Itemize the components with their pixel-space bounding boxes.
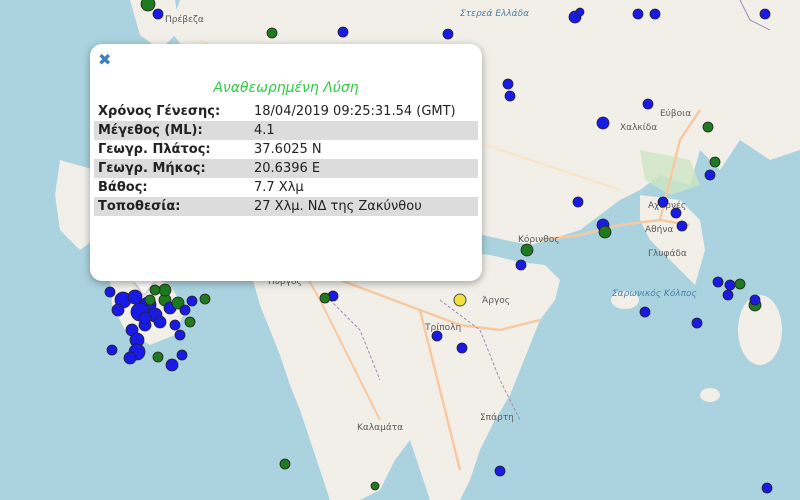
earthquake-marker[interactable]	[442, 28, 454, 40]
info-row-latitude: Γεωγρ. Πλάτος: 37.6025 N	[94, 140, 478, 159]
info-row-origin-time: Χρόνος Γένεσης: 18/04/2019 09:25:31.54 (…	[94, 102, 478, 121]
earthquake-marker[interactable]	[153, 315, 167, 329]
popup-title: Αναθεωρημένη Λύση	[213, 80, 359, 96]
earthquake-marker[interactable]	[704, 169, 716, 181]
earthquake-marker[interactable]	[169, 319, 181, 331]
earthquake-marker[interactable]	[319, 292, 331, 304]
place-label: Καλαμάτα	[357, 423, 403, 433]
earthquake-marker[interactable]	[649, 8, 661, 20]
earthquake-marker[interactable]	[140, 0, 156, 12]
earthquake-marker[interactable]	[657, 196, 669, 208]
earthquake-marker[interactable]	[431, 330, 443, 342]
earthquake-marker[interactable]	[702, 121, 714, 133]
earthquake-marker[interactable]	[174, 329, 186, 341]
earthquake-marker[interactable]	[520, 243, 534, 257]
place-label: Χαλκίδα	[620, 123, 657, 133]
info-label: Μέγεθος (ML):	[98, 123, 203, 138]
info-row-magnitude: Μέγεθος (ML): 4.1	[94, 121, 478, 140]
earthquake-marker[interactable]	[502, 78, 514, 90]
popup-tip	[133, 280, 155, 294]
earthquake-marker[interactable]	[176, 349, 188, 361]
info-value: 18/04/2019 09:25:31.54 (GMT)	[254, 104, 456, 119]
earthquake-marker[interactable]	[179, 304, 191, 316]
earthquake-marker[interactable]	[199, 293, 211, 305]
earthquake-info-table: Χρόνος Γένεσης: 18/04/2019 09:25:31.54 (…	[94, 102, 478, 216]
earthquake-popup: ✖ Αναθεωρημένη Λύση Χρόνος Γένεσης: 18/0…	[90, 44, 482, 281]
earthquake-marker[interactable]	[104, 286, 116, 298]
earthquake-marker[interactable]	[494, 465, 506, 477]
earthquake-marker[interactable]	[186, 295, 198, 307]
info-label: Χρόνος Γένεσης:	[98, 104, 221, 119]
earthquake-marker[interactable]	[106, 344, 118, 356]
earthquake-marker[interactable]	[504, 90, 516, 102]
earthquake-marker[interactable]	[144, 294, 156, 306]
info-label: Γεωγρ. Μήκος:	[98, 161, 206, 176]
info-label: Γεωγρ. Πλάτος:	[98, 142, 211, 157]
place-label: Στερεά Ελλάδα	[460, 9, 529, 19]
earthquake-marker[interactable]	[639, 306, 651, 318]
earthquake-marker[interactable]	[670, 207, 682, 219]
land-island-3	[700, 388, 720, 402]
earthquake-marker[interactable]	[761, 482, 773, 494]
place-label: Σπάρτη	[480, 413, 514, 423]
earthquake-marker[interactable]	[759, 8, 771, 20]
place-label: Αθήνα	[645, 225, 673, 235]
info-row-location: Τοποθεσία: 27 Χλμ. ΝΔ της Ζακύνθου	[94, 197, 478, 216]
earthquake-marker[interactable]	[266, 27, 278, 39]
info-value: 27 Χλμ. ΝΔ της Ζακύνθου	[254, 199, 422, 214]
info-label: Τοποθεσία:	[98, 199, 181, 214]
earthquake-marker[interactable]	[691, 317, 703, 329]
info-value: 4.1	[254, 123, 275, 138]
place-label: Εύβοια	[660, 108, 691, 119]
place-label: Άργος	[482, 296, 510, 306]
info-value: 37.6025 N	[254, 142, 322, 157]
place-label: Γλυφάδα	[648, 249, 687, 259]
earthquake-marker[interactable]	[152, 351, 164, 363]
earthquake-marker[interactable]	[337, 26, 349, 38]
info-value: 7.7 Χλμ	[254, 180, 304, 195]
earthquake-marker[interactable]	[279, 458, 291, 470]
earthquake-marker[interactable]	[598, 225, 612, 239]
place-label: Κόρινθος	[518, 234, 560, 245]
earthquake-marker[interactable]	[152, 8, 164, 20]
earthquake-marker[interactable]	[165, 358, 179, 372]
info-label: Βάθος:	[98, 180, 148, 195]
earthquake-marker[interactable]	[575, 7, 585, 17]
earthquake-marker[interactable]	[515, 259, 527, 271]
earthquake-marker[interactable]	[712, 276, 724, 288]
earthquake-marker[interactable]	[572, 196, 584, 208]
earthquake-marker[interactable]	[676, 220, 688, 232]
earthquake-marker[interactable]	[456, 342, 468, 354]
place-label: Τρίπολη	[424, 323, 461, 333]
close-icon[interactable]: ✖	[98, 52, 111, 68]
earthquake-marker[interactable]	[111, 303, 125, 317]
earthquake-marker[interactable]	[734, 278, 746, 290]
earthquake-marker[interactable]	[158, 283, 172, 297]
place-label: Σαρωνικός Κόλπος	[612, 288, 697, 299]
earthquake-marker[interactable]	[453, 293, 467, 307]
info-row-longitude: Γεωγρ. Μήκος: 20.6396 E	[94, 159, 478, 178]
earthquake-marker[interactable]	[596, 116, 610, 130]
earthquake-marker[interactable]	[184, 316, 196, 328]
earthquake-marker[interactable]	[370, 481, 380, 491]
earthquake-marker[interactable]	[709, 156, 721, 168]
info-value: 20.6396 E	[254, 161, 321, 176]
earthquake-marker[interactable]	[123, 351, 137, 365]
earthquake-marker[interactable]	[749, 294, 761, 306]
earthquake-marker[interactable]	[722, 289, 734, 301]
info-row-depth: Βάθος: 7.7 Χλμ	[94, 178, 478, 197]
earthquake-marker[interactable]	[642, 98, 654, 110]
place-label: Πρέβεζα	[165, 14, 204, 25]
earthquake-marker[interactable]	[138, 311, 152, 325]
earthquake-marker[interactable]	[632, 8, 644, 20]
earthquake-marker[interactable]	[724, 279, 736, 291]
